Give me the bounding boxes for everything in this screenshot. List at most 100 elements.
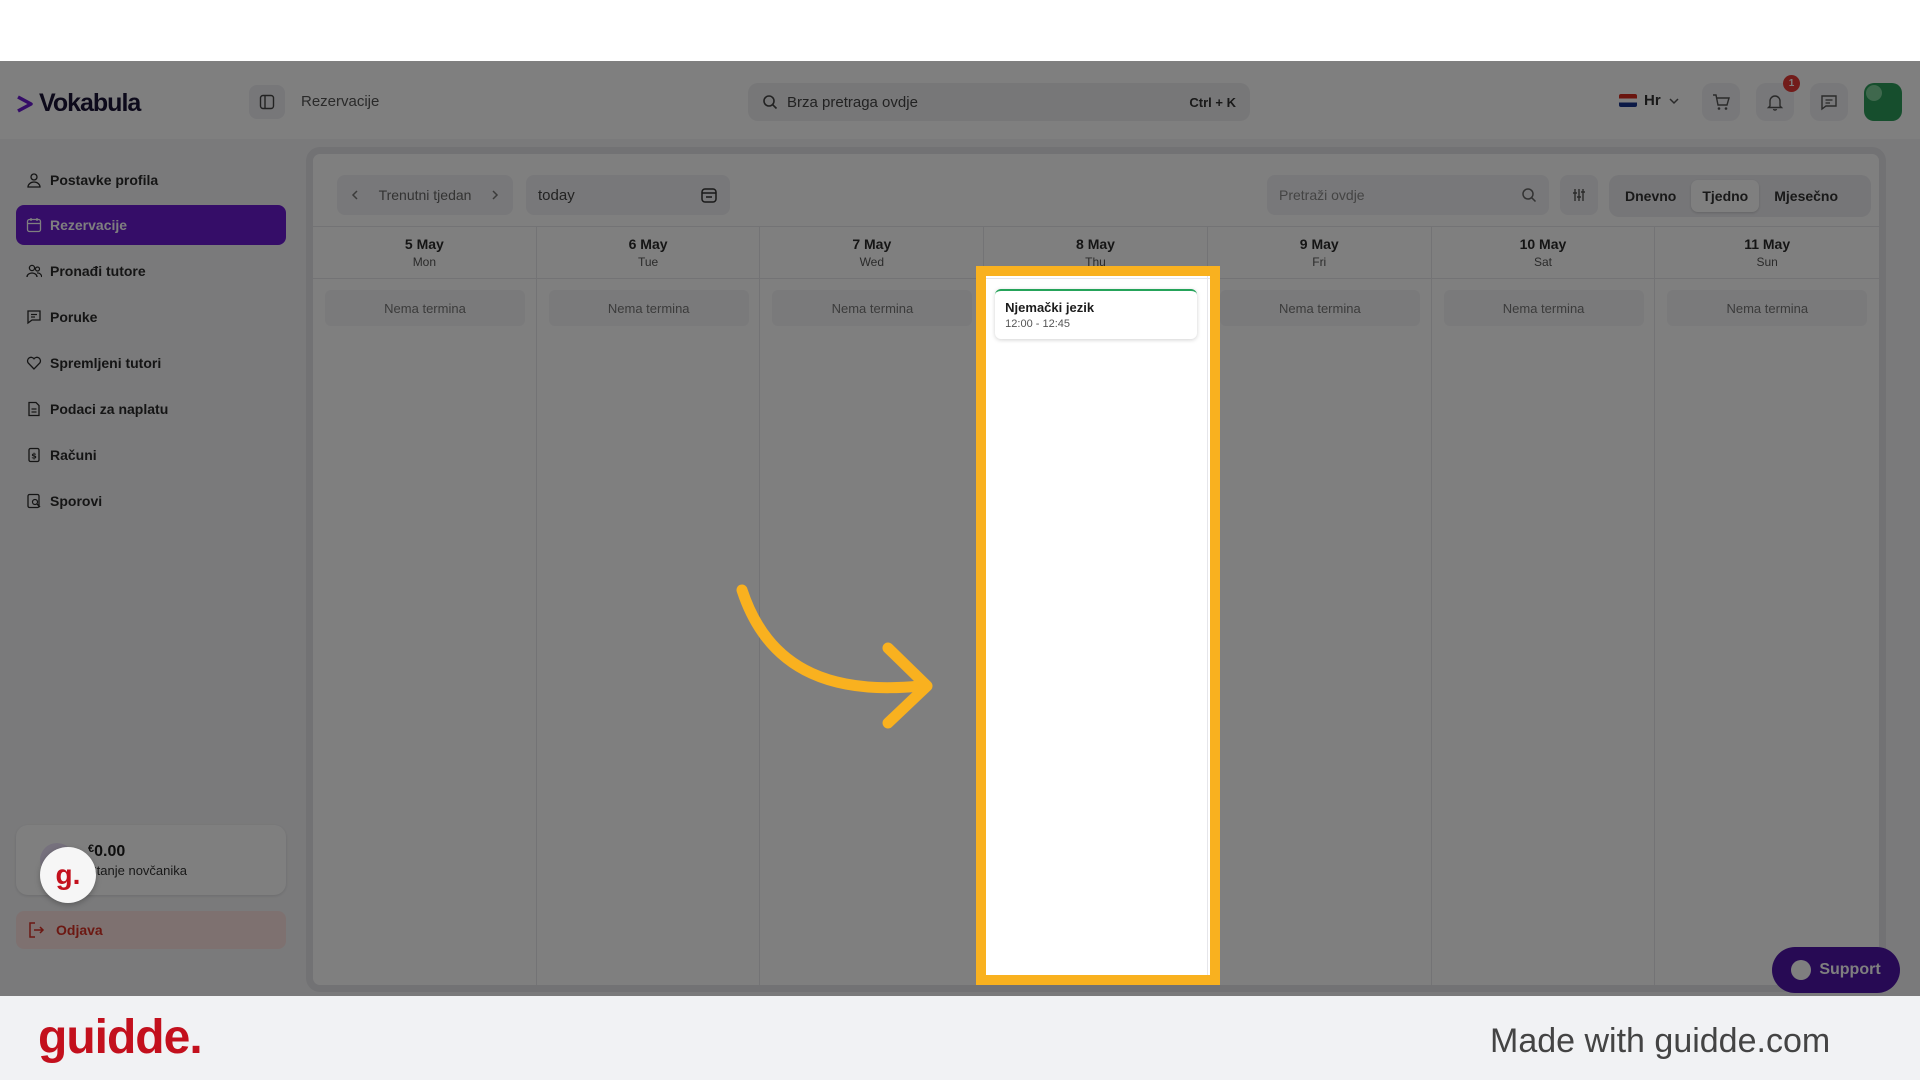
- search-shortcut: Ctrl + K: [1189, 94, 1236, 110]
- day-header: 8 May Thu: [984, 227, 1207, 279]
- day-name: Mon: [412, 255, 437, 269]
- day-date: 10 May: [1519, 236, 1567, 252]
- user-avatar[interactable]: [1864, 83, 1902, 121]
- logout-icon: [29, 922, 45, 938]
- bell-icon: [1766, 95, 1784, 111]
- sidebar-panel-icon: [259, 94, 275, 110]
- filter-button[interactable]: [1560, 175, 1598, 215]
- day-column-mon: 5 May Mon Nema termina: [313, 227, 537, 985]
- sidebar-item-reservations[interactable]: Rezervacije: [16, 205, 286, 245]
- sidebar-item-messages[interactable]: Poruke: [16, 297, 286, 337]
- calendar-icon[interactable]: [700, 186, 718, 204]
- day-column-sat: 10 May Sat Nema termina: [1431, 227, 1656, 985]
- global-search-input[interactable]: Brza pretraga ovdje Ctrl + K: [748, 83, 1250, 121]
- sidebar-item-profile-settings[interactable]: Postavke profila: [16, 160, 286, 200]
- croatia-flag-icon: [1619, 94, 1637, 107]
- wallet-amount: €0.00: [88, 843, 187, 861]
- week-nav-label[interactable]: Trenutni tjedan: [379, 187, 472, 203]
- day-name: Thu: [1085, 255, 1106, 269]
- sidebar-item-label: Sporovi: [50, 493, 103, 509]
- wallet-amount-value: 0.00: [94, 842, 126, 860]
- support-label: Support: [1819, 961, 1881, 978]
- chat-icon: [1821, 95, 1837, 111]
- guidde-badge[interactable]: g.: [40, 847, 96, 903]
- search-icon: [763, 95, 778, 110]
- day-date: 8 May: [1076, 236, 1115, 252]
- week-navigator: Trenutni tjedan: [337, 175, 513, 215]
- user-icon: [27, 173, 41, 188]
- view-monthly-button[interactable]: Mjesečno: [1763, 180, 1849, 212]
- day-date: 5 May: [404, 236, 444, 252]
- date-value: today: [538, 186, 575, 204]
- calendar-icon: [26, 218, 42, 233]
- sidebar-item-label: Spremljeni tutori: [50, 355, 162, 371]
- sidebar-item-disputes[interactable]: Sporovi: [16, 481, 286, 521]
- day-column-sun: 11 May Sun Nema termina: [1655, 227, 1879, 985]
- sidebar-item-label: Rezervacije: [50, 217, 128, 233]
- view-toggle: Dnevno Tjedno Mjesečno: [1609, 175, 1871, 217]
- empty-slot: Nema termina: [1443, 290, 1644, 326]
- date-picker-input[interactable]: today: [526, 175, 730, 215]
- notification-count-badge: 1: [1783, 75, 1800, 92]
- sidebar-item-invoices[interactable]: $ Računi: [16, 435, 286, 475]
- billing-icon: [28, 401, 40, 417]
- day-name: Tue: [637, 255, 659, 269]
- event-time: 12:00 - 12:45: [1005, 318, 1070, 330]
- users-icon: [26, 264, 42, 278]
- day-name: Fri: [1312, 255, 1327, 269]
- messages-button[interactable]: [1810, 83, 1848, 121]
- day-name: Sat: [1533, 255, 1552, 269]
- view-daily-button[interactable]: Dnevno: [1614, 180, 1687, 212]
- sidebar-item-label: Postavke profila: [50, 172, 159, 188]
- day-date: 7 May: [852, 236, 892, 252]
- day-header: 11 May Sun: [1655, 227, 1879, 279]
- language-selector[interactable]: Hr: [1619, 92, 1680, 109]
- top-header: Vokabula Rezervacije Brza pretraga ovdje…: [0, 61, 1920, 139]
- empty-slot: Nema termina: [325, 290, 525, 326]
- sidebar-item-billing[interactable]: Podaci za naplatu: [16, 389, 286, 429]
- logo-chevron-icon: [17, 94, 33, 113]
- guidde-footer: guidde. Made with guidde.com: [0, 996, 1920, 1080]
- week-grid: 5 May Mon Nema termina 6 May Tue Nema te…: [313, 226, 1879, 985]
- view-weekly-button[interactable]: Tjedno: [1691, 180, 1760, 212]
- language-label: Hr: [1644, 92, 1661, 109]
- cart-button[interactable]: [1702, 83, 1740, 121]
- chevron-down-icon: [1669, 97, 1679, 104]
- logout-button[interactable]: Odjava: [16, 911, 286, 949]
- day-name: Sun: [1756, 255, 1778, 269]
- chevron-left-icon[interactable]: [349, 189, 361, 201]
- chevron-right-icon[interactable]: [489, 189, 501, 201]
- sidebar-item-label: Poruke: [50, 309, 98, 325]
- empty-slot: Nema termina: [548, 290, 749, 326]
- day-header: 10 May Sat: [1431, 227, 1655, 279]
- sidebar-toggle-button[interactable]: [249, 85, 285, 119]
- day-header: 6 May Tue: [536, 227, 760, 279]
- search-icon: [1522, 188, 1537, 203]
- day-header: 9 May Fri: [1207, 227, 1431, 279]
- calendar-search-input[interactable]: Pretraži ovdje: [1267, 175, 1549, 215]
- day-header: 5 May Mon: [313, 227, 536, 279]
- app-window: Vokabula Rezervacije Brza pretraga ovdje…: [0, 61, 1920, 996]
- guidde-logo: guidde.: [38, 1011, 203, 1064]
- logo[interactable]: Vokabula: [15, 89, 141, 118]
- support-button[interactable]: Support: [1772, 947, 1900, 993]
- day-date: 6 May: [628, 236, 668, 252]
- message-icon: [27, 310, 41, 325]
- breadcrumb: Rezervacije: [301, 93, 380, 110]
- logout-label: Odjava: [56, 922, 103, 938]
- empty-slot: Nema termina: [772, 290, 973, 326]
- event-card[interactable]: Njemački jezik 12:00 - 12:45: [995, 289, 1198, 339]
- sidebar-item-label: Podaci za naplatu: [50, 401, 169, 417]
- sidebar-item-find-tutors[interactable]: Pronađi tutore: [16, 251, 286, 291]
- heart-icon: [26, 356, 42, 370]
- sidebar-item-saved-tutors[interactable]: Spremljeni tutori: [16, 343, 286, 383]
- day-column-wed: 7 May Wed Nema termina: [760, 227, 985, 985]
- dispute-icon: [27, 493, 41, 509]
- day-date: 11 May: [1744, 236, 1791, 252]
- invoice-icon: $: [28, 447, 40, 463]
- day-column-thu: 8 May Thu Njemački jezik 12:00 - 12:45: [984, 227, 1208, 985]
- event-title: Njemački jezik: [1005, 300, 1095, 315]
- day-name: Wed: [859, 255, 885, 269]
- empty-slot: Nema termina: [1219, 290, 1420, 326]
- wallet-label: Stanje novčanika: [88, 862, 188, 878]
